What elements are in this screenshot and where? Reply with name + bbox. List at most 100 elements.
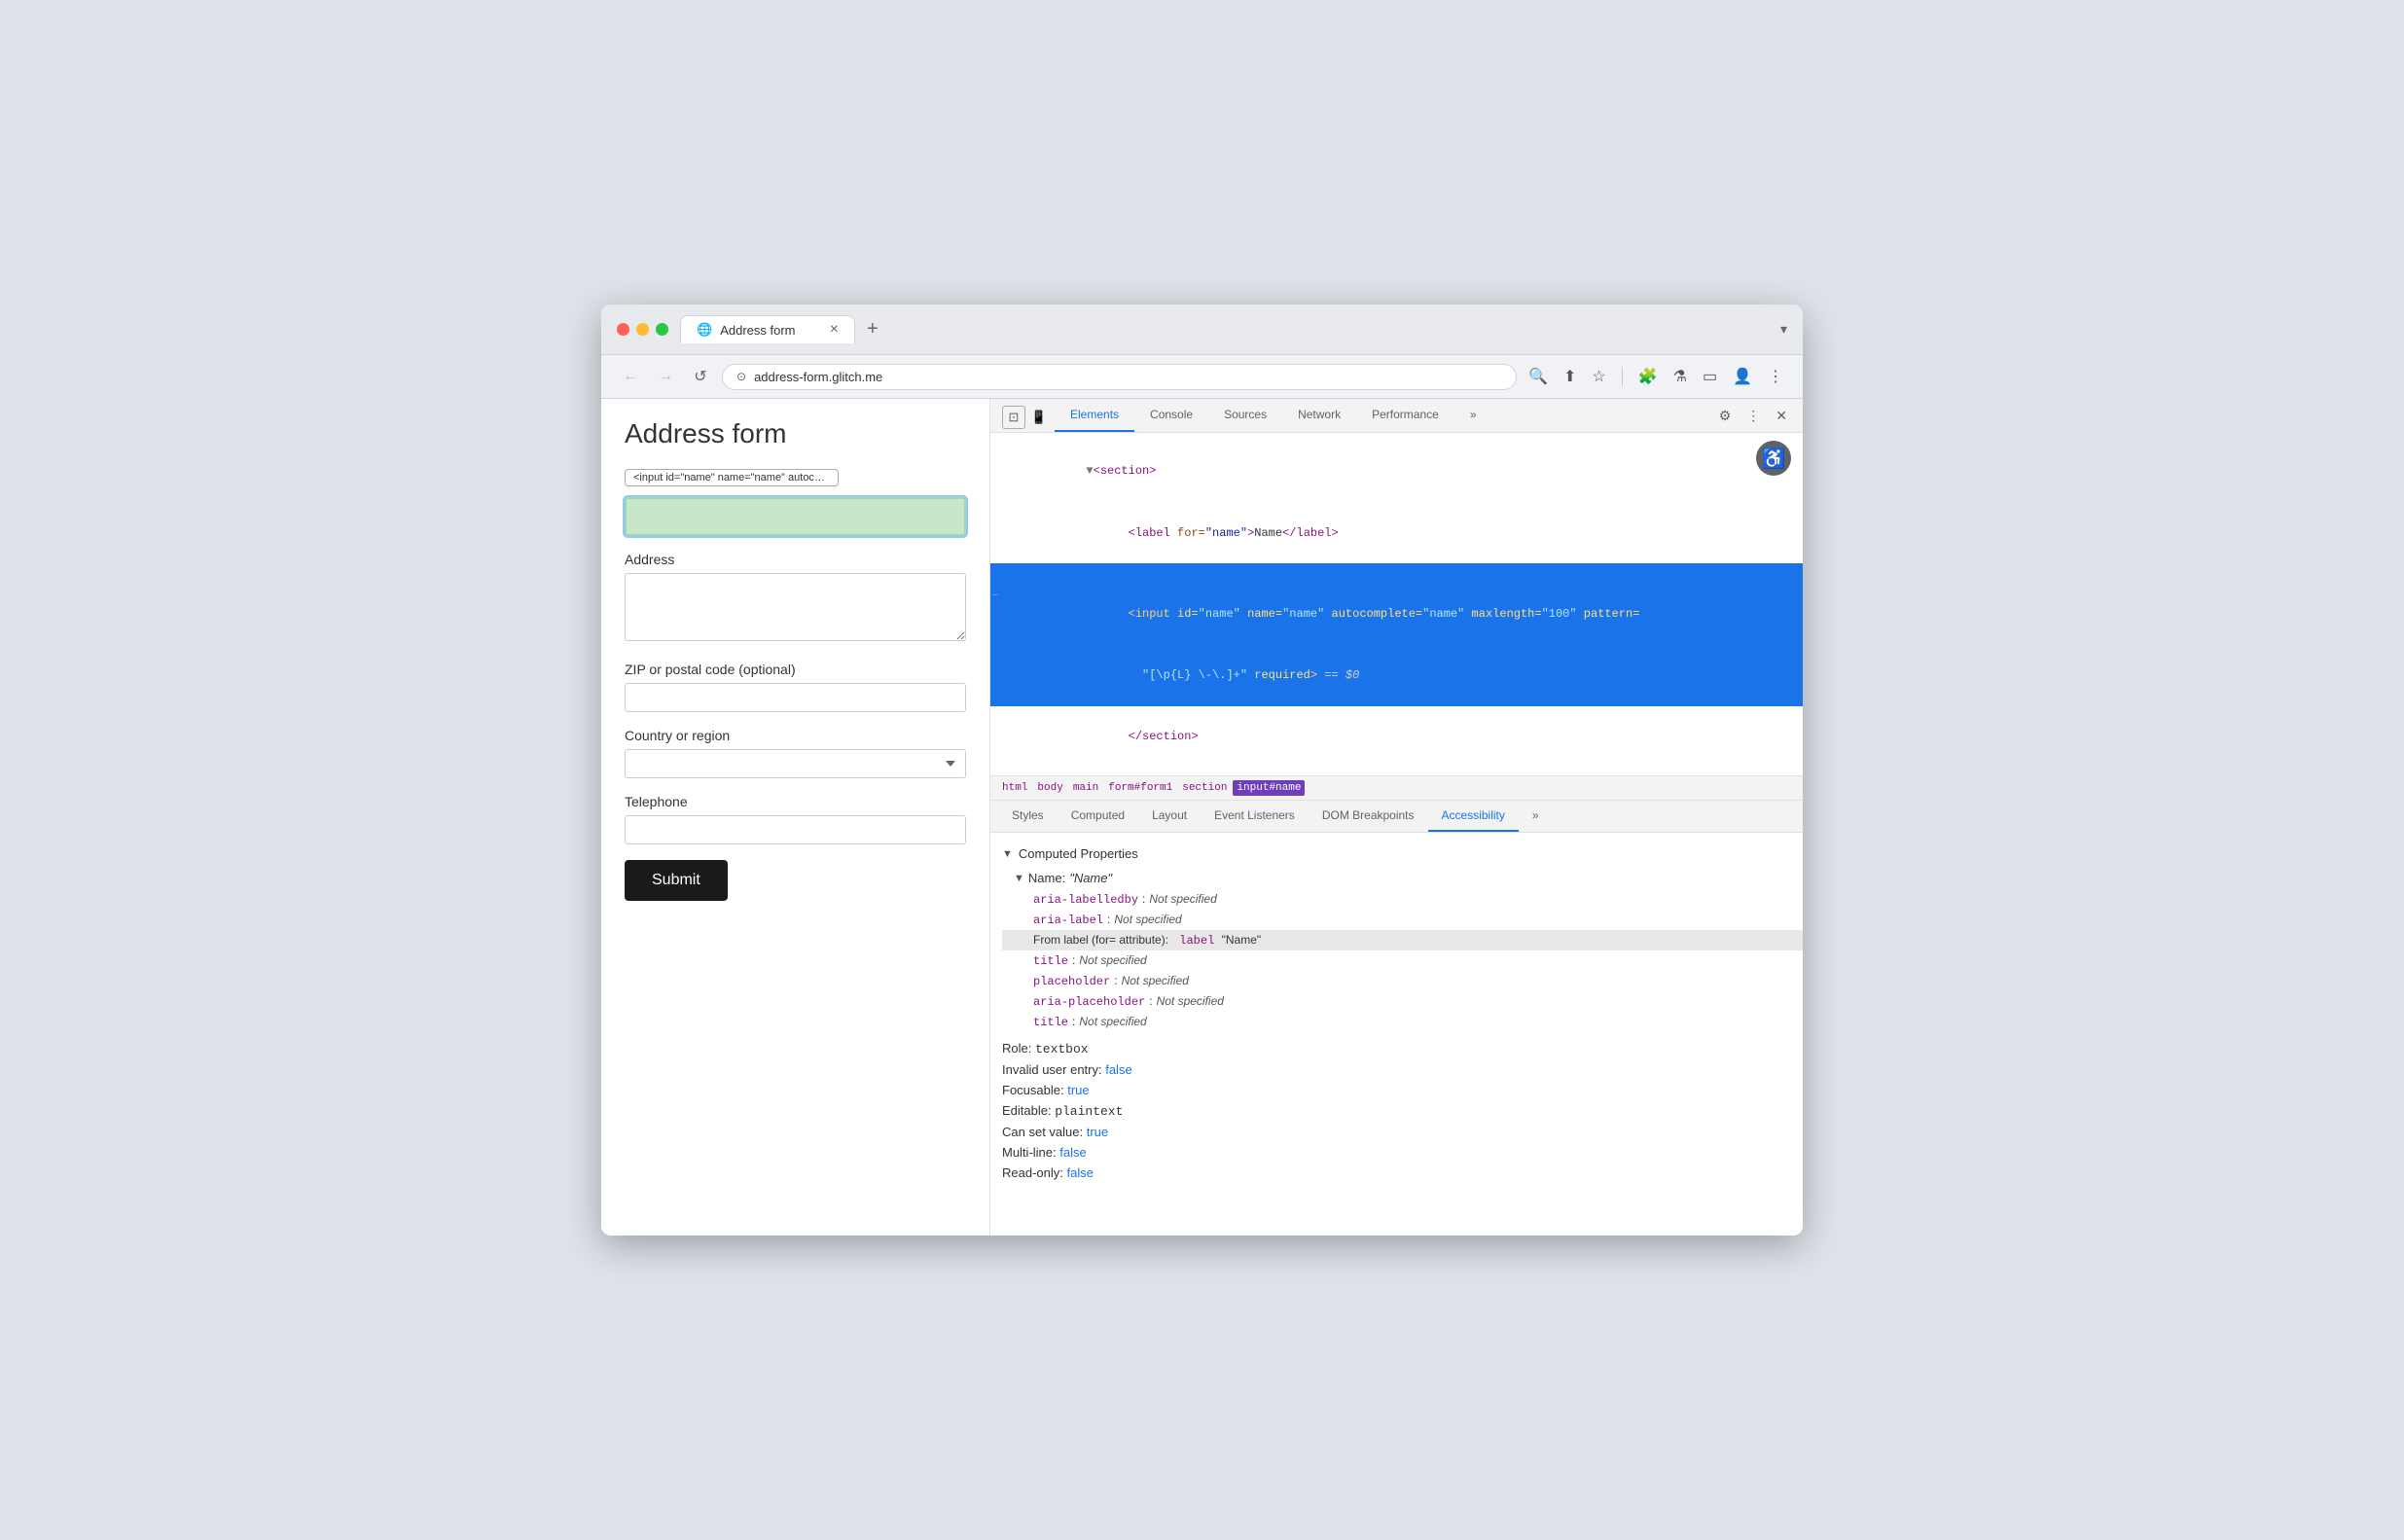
aria-label-key: aria-label — [1033, 913, 1103, 927]
editable-row: Editable: plaintext — [1002, 1100, 1791, 1122]
tab-performance[interactable]: Performance — [1356, 399, 1454, 432]
placeholder-key: placeholder — [1033, 975, 1110, 988]
tab-accessibility[interactable]: Accessibility — [1428, 801, 1519, 832]
from-label-element[interactable]: label — [1172, 934, 1214, 948]
more-icon[interactable]: ⋮ — [1764, 363, 1787, 390]
html-line-5[interactable]: </section> — [990, 706, 1803, 768]
html-view-container: ▼<section> <label for="name">Name</label… — [990, 433, 1803, 776]
placeholder-row: placeholder : Not specified — [1014, 971, 1791, 991]
multi-line-value: false — [1059, 1145, 1086, 1160]
lighthouse-icon[interactable]: ⚗ — [1669, 363, 1691, 390]
tab-sources[interactable]: Sources — [1208, 399, 1282, 432]
reload-button[interactable]: ↺ — [687, 363, 714, 390]
tab-elements[interactable]: Elements — [1055, 399, 1134, 432]
title-row-2: title : Not specified — [1014, 1012, 1791, 1032]
breadcrumb-body[interactable]: body — [1033, 780, 1066, 796]
tab-more[interactable]: » — [1454, 399, 1492, 432]
address-input[interactable] — [625, 573, 966, 641]
placeholder-value: Not specified — [1122, 974, 1189, 987]
telephone-input[interactable] — [625, 815, 966, 844]
read-only-row: Read-only: false — [1002, 1163, 1791, 1183]
html-view: ▼<section> <label for="name">Name</label… — [990, 433, 1803, 776]
tab-bar: 🌐 Address form × + ▾ — [680, 314, 1787, 344]
aria-labelledby-row: aria-labelledby : Not specified — [1014, 889, 1791, 910]
multi-line-label: Multi-line: — [1002, 1145, 1059, 1160]
search-icon[interactable]: 🔍 — [1525, 363, 1552, 390]
bookmark-icon[interactable]: ☆ — [1588, 363, 1609, 390]
breadcrumb-form[interactable]: form#form1 — [1104, 780, 1176, 796]
maximize-traffic-light[interactable] — [656, 323, 668, 336]
breadcrumb-html[interactable]: html — [998, 780, 1031, 796]
aria-label-value: Not specified — [1114, 913, 1181, 926]
active-tab[interactable]: 🌐 Address form × — [680, 315, 855, 343]
focusable-label: Focusable: — [1002, 1083, 1067, 1097]
telephone-label: Telephone — [625, 794, 966, 809]
devtools-panel: ⊡ 📱 Elements Console Sources Network Per… — [990, 399, 1803, 1236]
name-section: ▼ Name: "Name" aria-labelledby : Not spe… — [1014, 867, 1791, 1032]
main-content: Address form <input id="name" name="name… — [601, 399, 1803, 1236]
zip-label: ZIP or postal code (optional) — [625, 662, 966, 677]
devtools-close-button[interactable]: ✕ — [1772, 404, 1791, 428]
tab-network[interactable]: Network — [1282, 399, 1356, 432]
extension-icon[interactable]: 🧩 — [1634, 363, 1662, 390]
country-select[interactable] — [625, 749, 966, 778]
aria-label-row: aria-label : Not specified — [1014, 910, 1791, 930]
computed-props-arrow: ▼ — [1002, 848, 1013, 860]
title-row-1: title : Not specified — [1014, 950, 1791, 971]
multi-line-row: Multi-line: false — [1002, 1142, 1791, 1163]
tab-dom-breakpoints[interactable]: DOM Breakpoints — [1309, 801, 1428, 832]
tab-list-button[interactable]: ▾ — [1780, 321, 1787, 338]
accessibility-icon[interactable]: ♿ — [1756, 441, 1791, 476]
forward-button[interactable]: → — [652, 363, 679, 390]
breadcrumb-input[interactable]: input#name — [1233, 780, 1305, 796]
editable-value: plaintext — [1055, 1104, 1123, 1119]
name-input-highlighted[interactable] — [625, 497, 966, 536]
minimize-traffic-light[interactable] — [636, 323, 649, 336]
title-value-1: Not specified — [1079, 953, 1146, 967]
html-line-4[interactable]: "[\p{L} \-\.]+" required> == $0 — [990, 645, 1803, 706]
back-button[interactable]: ← — [617, 363, 644, 390]
profile-icon[interactable]: 👤 — [1729, 363, 1756, 390]
toolbar-icons: 🔍 ⬆ ☆ 🧩 ⚗ ▭ 👤 ⋮ — [1525, 363, 1787, 390]
breadcrumb-section[interactable]: section — [1178, 780, 1231, 796]
share-icon[interactable]: ⬆ — [1560, 363, 1580, 390]
tab-styles[interactable]: Styles — [998, 801, 1058, 832]
devtools-more-button[interactable]: ⋮ — [1742, 404, 1764, 428]
computed-props-header[interactable]: ▼ Computed Properties — [1002, 841, 1791, 867]
invalid-user-entry-label: Invalid user entry: — [1002, 1062, 1105, 1077]
title-value-2: Not specified — [1079, 1015, 1146, 1028]
aria-placeholder-value: Not specified — [1157, 994, 1224, 1008]
devtools-toolbar-icons: ⚙ ⋮ ✕ — [1711, 400, 1795, 432]
devtools-icon[interactable]: ▭ — [1699, 363, 1721, 390]
close-traffic-light[interactable] — [617, 323, 629, 336]
can-set-value-value: true — [1087, 1125, 1108, 1139]
simple-props-section: Role: textbox Invalid user entry: false … — [1002, 1038, 1791, 1183]
tab-title-text: Address form — [720, 323, 795, 338]
element-picker-button[interactable]: ⊡ — [1002, 406, 1025, 429]
tab-computed[interactable]: Computed — [1058, 801, 1138, 832]
read-only-value: false — [1066, 1165, 1093, 1180]
tab-event-listeners[interactable]: Event Listeners — [1201, 801, 1309, 832]
tab-sidebar-more[interactable]: » — [1519, 801, 1553, 832]
html-line-3[interactable]: … <input id="name" name="name" autocompl… — [990, 563, 1803, 645]
breadcrumb-main[interactable]: main — [1069, 780, 1102, 796]
device-mode-button[interactable]: 📱 — [1027, 406, 1051, 429]
settings-button[interactable]: ⚙ — [1715, 404, 1736, 428]
url-bar[interactable]: ⊙ address-form.glitch.me — [722, 364, 1517, 390]
new-tab-button[interactable]: + — [859, 314, 886, 344]
focusable-row: Focusable: true — [1002, 1080, 1791, 1100]
name-label: Name: — [1028, 871, 1065, 885]
submit-button[interactable]: Submit — [625, 860, 728, 901]
html-line-1[interactable]: ▼<section> — [990, 441, 1803, 502]
html-line-2[interactable]: <label for="name">Name</label> — [990, 502, 1803, 563]
webpage-panel: Address form <input id="name" name="name… — [601, 399, 990, 1236]
name-prop-header[interactable]: ▼ Name: "Name" — [1014, 867, 1791, 889]
name-arrow: ▼ — [1014, 873, 1024, 884]
tab-icon: 🌐 — [697, 322, 712, 338]
can-set-value-label: Can set value: — [1002, 1125, 1087, 1139]
zip-input[interactable] — [625, 683, 966, 712]
tab-console[interactable]: Console — [1134, 399, 1208, 432]
tab-close-button[interactable]: × — [830, 322, 839, 338]
role-value: textbox — [1035, 1042, 1089, 1057]
tab-layout[interactable]: Layout — [1138, 801, 1201, 832]
